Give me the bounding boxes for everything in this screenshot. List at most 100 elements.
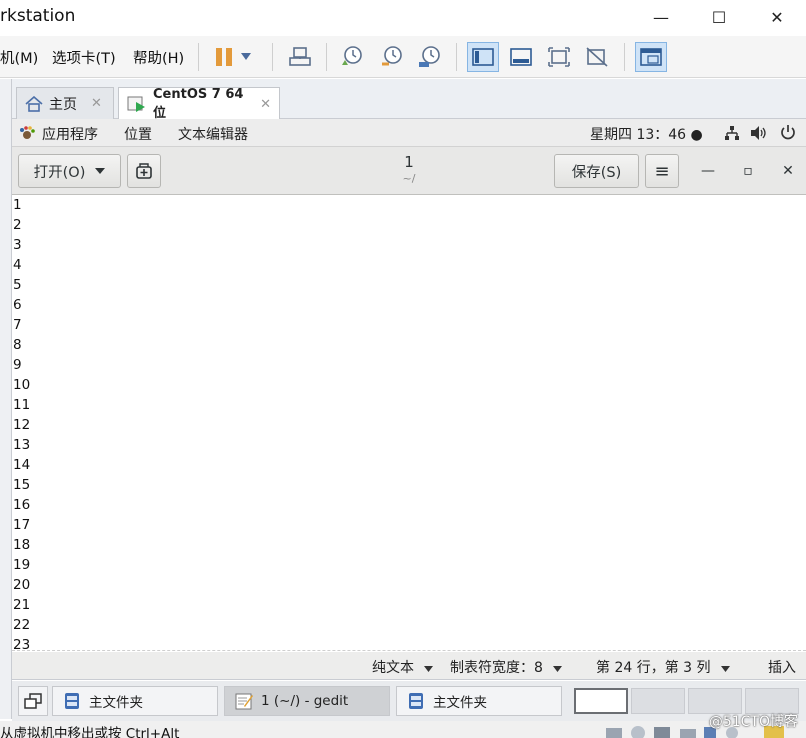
- editor-line: 9: [13, 357, 22, 373]
- tab-width-selector[interactable]: 制表符宽度：8: [450, 657, 563, 677]
- text-editor-menu[interactable]: 文本编辑器: [178, 124, 248, 144]
- revert-snapshot-icon[interactable]: [376, 42, 408, 72]
- toolbar-separator: [624, 43, 625, 71]
- tab-home-label: 主页: [49, 96, 77, 113]
- gnome-window-list: 主文件夹 1 (~/) - gedit 主文件夹: [12, 681, 806, 721]
- document-title: 1: [404, 153, 414, 171]
- editor-line: 20: [13, 577, 31, 593]
- menu-help[interactable]: 帮助(H): [133, 47, 184, 68]
- tab-centos-label: CentOS 7 64 位: [153, 87, 244, 121]
- workspace-1[interactable]: [574, 688, 628, 714]
- gedit-maximize-button[interactable]: ▫: [736, 159, 760, 183]
- tab-centos-close-icon[interactable]: ✕: [260, 97, 271, 112]
- console-view-icon[interactable]: [635, 42, 667, 72]
- show-desktop-icon: [24, 693, 42, 709]
- gedit-header-bar: 打开(O) 1 ~/ 保存(S) ≡ — ▫ ✕: [12, 147, 806, 195]
- text-editor-area[interactable]: 1 2 3 4 5 6 7 8 9 10 11 12 13 14 15 16 1…: [12, 195, 806, 651]
- window-title: rkstation: [0, 6, 76, 26]
- editor-line: 11: [13, 397, 31, 413]
- task-home-folder-1[interactable]: 主文件夹: [52, 686, 218, 716]
- editor-line: 17: [13, 517, 31, 533]
- tab-home[interactable]: 主页 ✕: [16, 87, 114, 119]
- task-label: 主文件夹: [89, 695, 143, 711]
- file-manager-icon: [407, 692, 425, 710]
- chevron-down-icon: [553, 666, 563, 672]
- text-editor-icon: [235, 692, 253, 710]
- menu-vm[interactable]: 机(M): [0, 47, 38, 68]
- gedit-minimize-button[interactable]: —: [696, 159, 720, 183]
- editor-line: 23: [13, 637, 31, 651]
- toolbar-separator: [326, 43, 327, 71]
- workspace-2[interactable]: [631, 688, 685, 714]
- vm-running-icon: [127, 95, 147, 113]
- snapshot-icon[interactable]: [336, 42, 368, 72]
- cursor-position-selector[interactable]: 第 24 行，第 3 列: [596, 657, 730, 677]
- chevron-down-icon: [720, 666, 730, 672]
- editor-line: 14: [13, 457, 31, 473]
- tab-home-close-icon[interactable]: ✕: [91, 96, 102, 111]
- hamburger-menu-icon[interactable]: ≡: [645, 154, 679, 188]
- network-icon[interactable]: [724, 125, 740, 141]
- menu-toolbar: 机(M) 选项卡(T) 帮助(H): [0, 36, 806, 78]
- editor-line: 4: [13, 257, 22, 273]
- gnome-top-bar: 应用程序 位置 文本编辑器 星期四 13：46 ●: [12, 119, 806, 147]
- gedit-status-bar: 纯文本 制表符宽度：8 第 24 行，第 3 列 插入: [12, 652, 806, 680]
- library-panel-edge: [0, 79, 12, 719]
- applications-menu[interactable]: 应用程序: [42, 124, 98, 144]
- task-label: 1 (~/) - gedit: [261, 693, 349, 709]
- file-manager-icon: [63, 692, 81, 710]
- clock[interactable]: 星期四 13：46 ●: [590, 124, 703, 144]
- window-minimize-button[interactable]: —: [632, 0, 690, 34]
- places-menu[interactable]: 位置: [124, 124, 152, 144]
- document-path: ~/: [402, 172, 416, 185]
- power-icon[interactable]: [780, 124, 796, 141]
- editor-line: 19: [13, 557, 31, 573]
- cursor-position-label: 第 24 行，第 3 列: [596, 660, 711, 676]
- language-selector[interactable]: 纯文本: [372, 657, 434, 677]
- window-maximize-button[interactable]: ☐: [690, 0, 748, 34]
- task-home-folder-2[interactable]: 主文件夹: [396, 686, 562, 716]
- unity-mode-icon[interactable]: [581, 42, 613, 72]
- editor-line: 21: [13, 597, 31, 613]
- toolbar-separator: [272, 43, 273, 71]
- task-label: 主文件夹: [433, 695, 487, 711]
- editor-line: 1: [13, 197, 22, 213]
- home-icon: [25, 95, 43, 112]
- gedit-close-button[interactable]: ✕: [776, 159, 800, 183]
- task-gedit[interactable]: 1 (~/) - gedit: [224, 686, 390, 716]
- gnome-foot-icon: [19, 125, 35, 141]
- show-library-icon[interactable]: [467, 42, 499, 72]
- editor-line: 12: [13, 417, 31, 433]
- tab-width-label: 制表符宽度：8: [450, 660, 543, 676]
- tab-centos[interactable]: CentOS 7 64 位 ✕: [118, 87, 280, 121]
- editor-line: 16: [13, 497, 31, 513]
- chevron-down-icon: [424, 666, 434, 672]
- editor-line: 22: [13, 617, 31, 633]
- language-label: 纯文本: [372, 660, 414, 676]
- volume-icon[interactable]: [750, 125, 768, 141]
- full-screen-icon[interactable]: [543, 42, 575, 72]
- title-bar: rkstation — ☐ ✕: [0, 0, 806, 34]
- save-button[interactable]: 保存(S): [554, 154, 639, 188]
- window-close-button[interactable]: ✕: [748, 0, 806, 34]
- editor-line: 18: [13, 537, 31, 553]
- vmware-status-bar: 从虚拟机中移出或按 Ctrl+Alt: [0, 721, 806, 738]
- pause-dropdown-icon[interactable]: [236, 42, 256, 72]
- editor-line: 5: [13, 277, 22, 293]
- thumbnail-bar-icon[interactable]: [505, 42, 537, 72]
- show-desktop-button[interactable]: [18, 686, 48, 716]
- menu-tabs[interactable]: 选项卡(T): [52, 47, 116, 68]
- vm-tab-strip: 主页 ✕ CentOS 7 64 位 ✕: [12, 79, 806, 121]
- send-keys-icon[interactable]: [284, 42, 316, 72]
- editor-line: 2: [13, 217, 22, 233]
- snapshot-manager-icon[interactable]: [414, 42, 446, 72]
- editor-line: 3: [13, 237, 22, 253]
- editor-line: 7: [13, 317, 22, 333]
- toolbar-separator: [198, 43, 199, 71]
- editor-line: 10: [13, 377, 31, 393]
- editor-line: 6: [13, 297, 22, 313]
- editor-line: 13: [13, 437, 31, 453]
- editor-line: 8: [13, 337, 22, 353]
- editor-line: 15: [13, 477, 31, 493]
- toolbar-separator: [456, 43, 457, 71]
